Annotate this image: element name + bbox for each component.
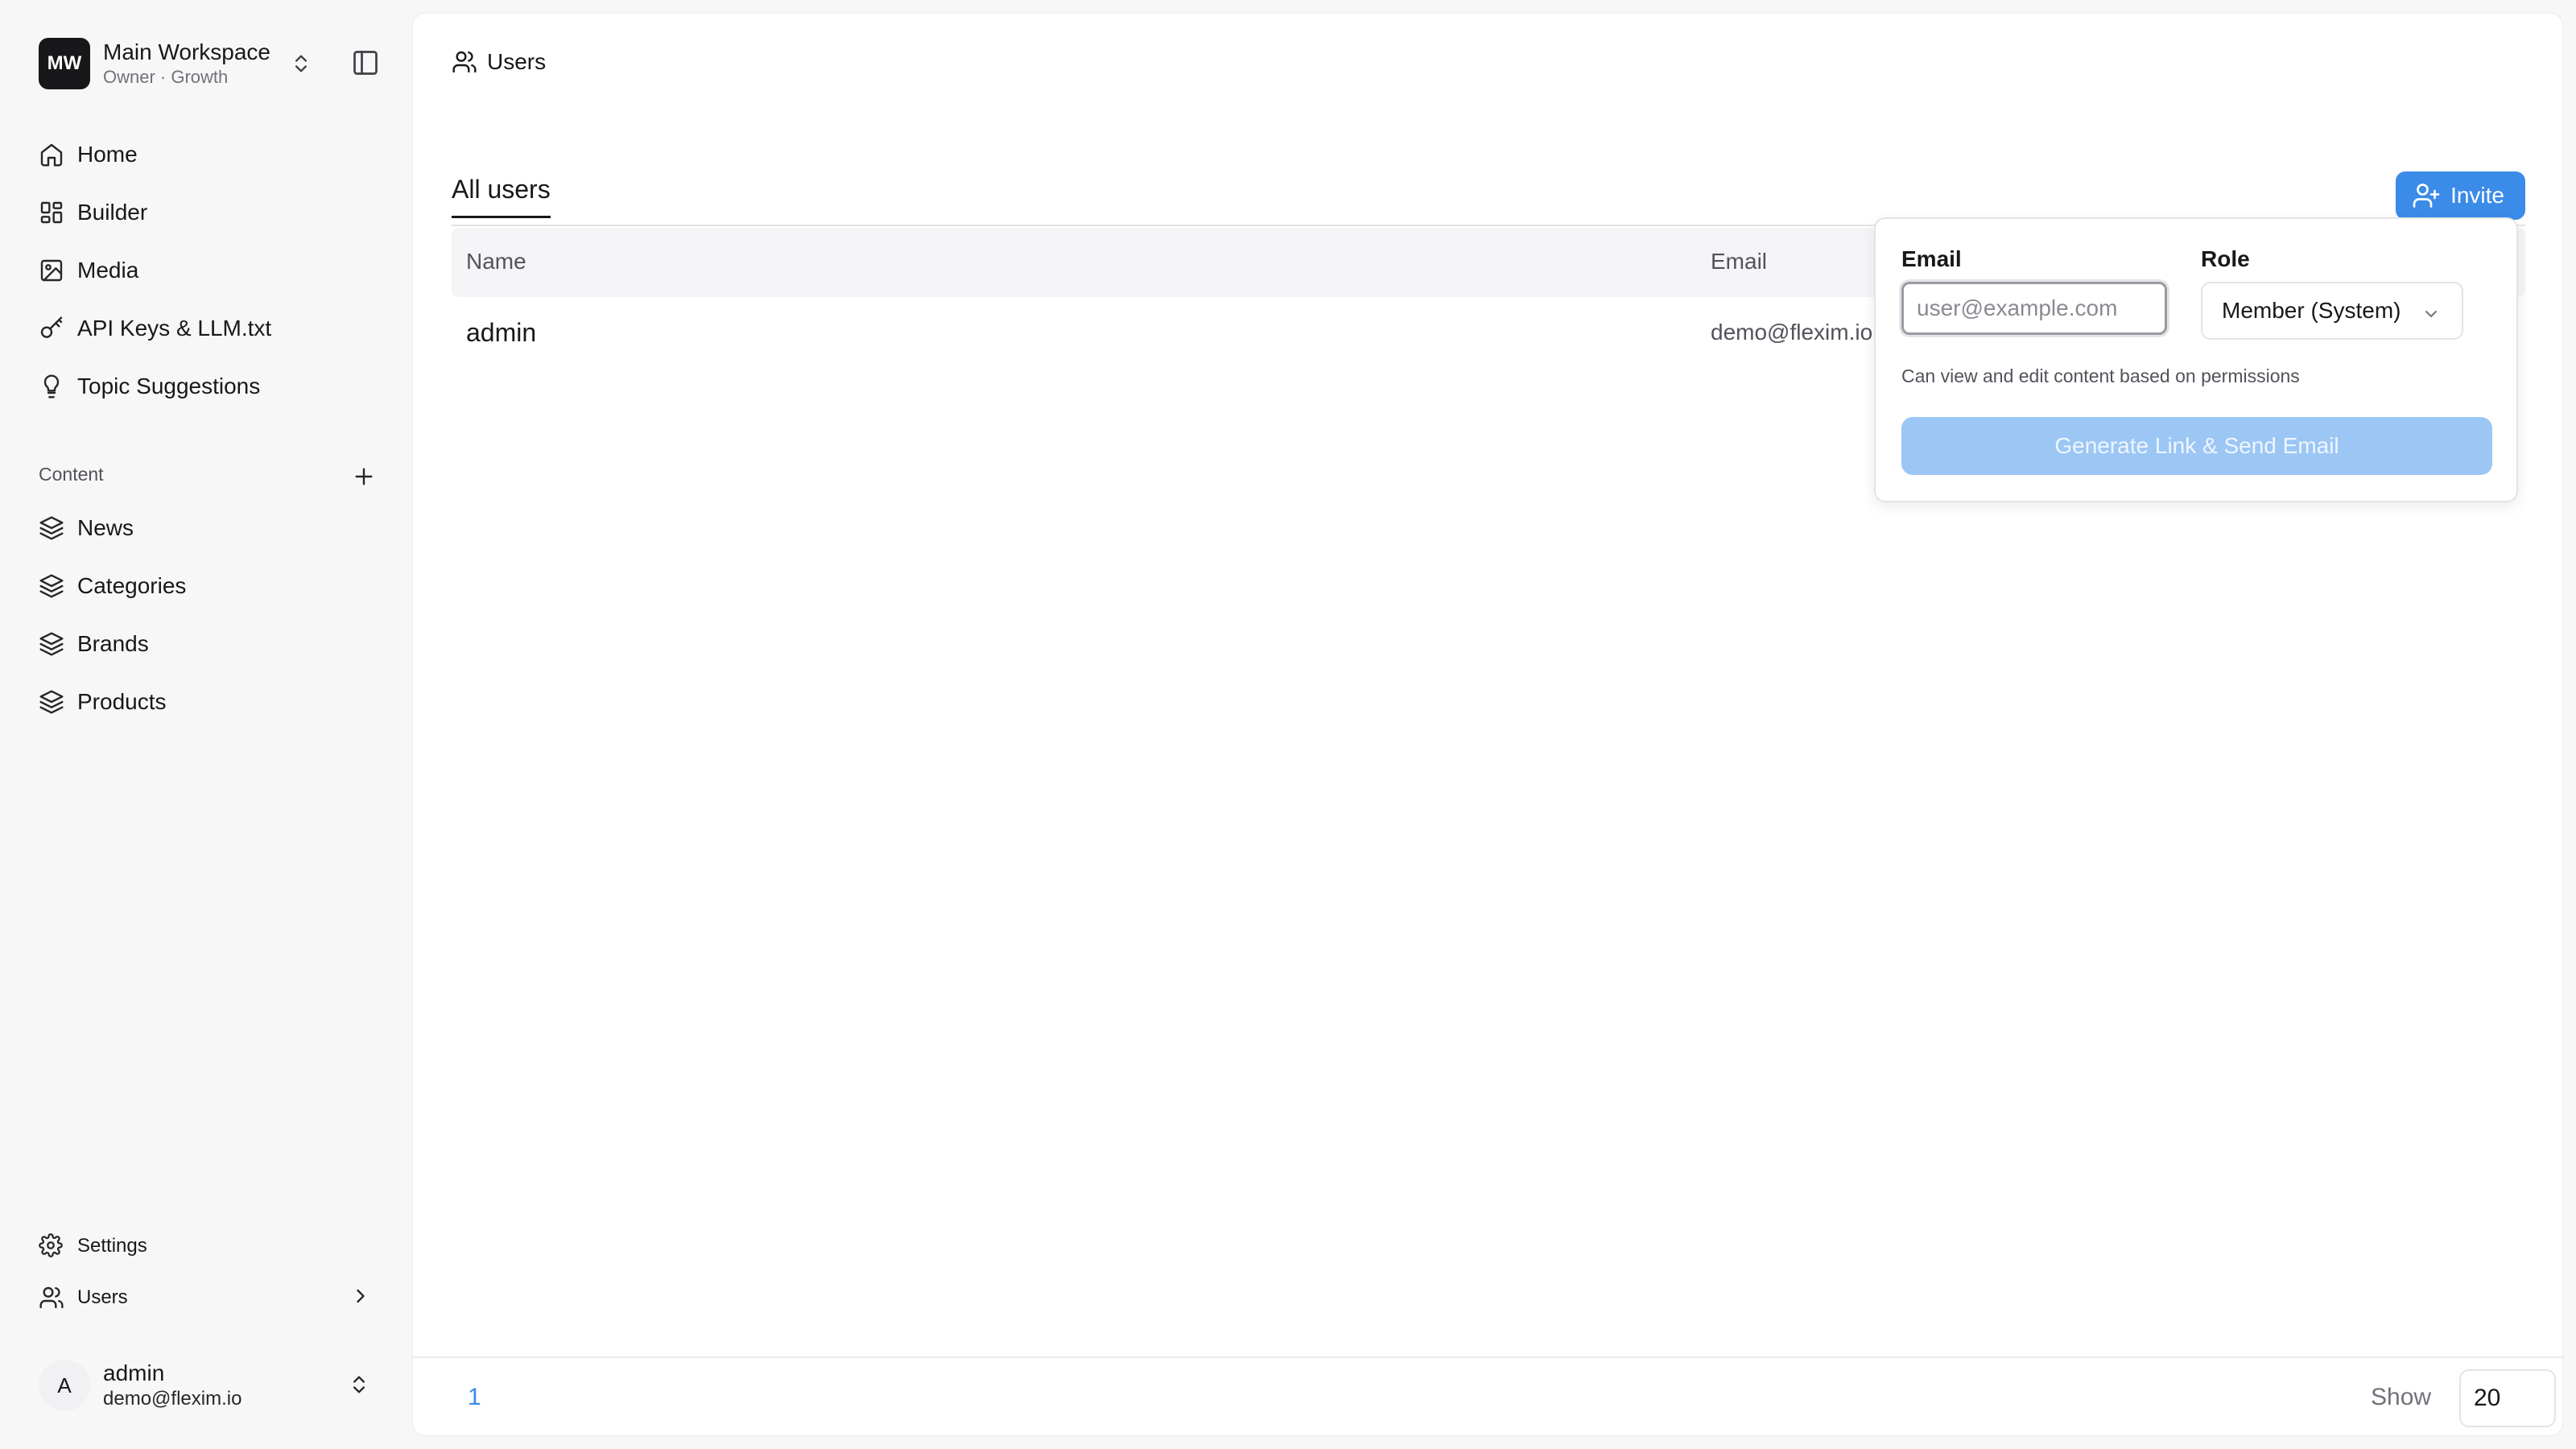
chevrons-up-down-icon[interactable]	[290, 51, 312, 76]
chevrons-up-down-icon[interactable]	[348, 1372, 370, 1397]
layers-icon	[39, 573, 64, 599]
user-name: admin	[103, 1360, 165, 1385]
sidebar-item-products[interactable]: Products	[39, 679, 377, 724]
page-size-label: Show	[2371, 1384, 2432, 1410]
role-select[interactable]: Member (System)	[2201, 282, 2463, 340]
workspace-subtitle: Owner · Growth	[103, 67, 229, 87]
key-icon	[39, 316, 64, 341]
page-title: Users	[487, 49, 547, 74]
users-icon	[452, 49, 487, 75]
tab-all-users[interactable]: All users	[452, 175, 551, 218]
layers-icon	[39, 631, 64, 657]
tab-bar: All users Invite	[452, 155, 2525, 226]
breadcrumb: Users	[452, 49, 546, 75]
column-header-email[interactable]: Email	[1711, 249, 1767, 275]
chevron-right-icon[interactable]	[349, 1285, 372, 1307]
layers-icon	[39, 689, 64, 715]
grid-icon	[39, 200, 64, 225]
workspace-name: Main Workspace	[103, 39, 271, 64]
sidebar-item-label: Builder	[77, 200, 148, 225]
user-email: demo@flexim.io	[103, 1388, 242, 1410]
email-input[interactable]	[1901, 282, 2167, 335]
sidebar-item-api-keys[interactable]: API Keys & LLM.txt	[39, 306, 377, 351]
cell-name: admin	[466, 318, 537, 347]
sidebar-item-builder[interactable]: Builder	[39, 190, 377, 235]
sidebar-toggle-icon[interactable]	[351, 48, 380, 77]
page-number-current[interactable]: 1	[468, 1384, 481, 1411]
home-icon	[39, 142, 64, 167]
avatar: A	[39, 1360, 90, 1411]
workspace-switcher[interactable]: MW Main Workspace Owner · Growth	[39, 37, 385, 90]
sidebar-item-topic-suggestions[interactable]: Topic Suggestions	[39, 364, 377, 409]
invite-button-label: Invite	[2450, 183, 2504, 208]
invite-popover: Email Role Member (System) Can view and …	[1874, 217, 2518, 502]
role-description: Can view and edit content based on permi…	[1901, 365, 2300, 386]
plus-icon[interactable]	[351, 464, 377, 489]
content-section-label: Content	[39, 464, 104, 485]
sidebar-item-label: Products	[77, 689, 167, 714]
workspace-text: Main Workspace Owner · Growth	[103, 39, 270, 89]
sidebar-item-label: Categories	[77, 573, 187, 598]
sidebar-item-brands[interactable]: Brands	[39, 621, 377, 667]
lightbulb-icon	[39, 374, 64, 399]
users-icon	[39, 1285, 64, 1311]
sidebar-item-label: Brands	[77, 631, 149, 656]
email-label: Email	[1901, 246, 1962, 271]
layers-icon	[39, 515, 64, 541]
sidebar-item-settings[interactable]: Settings	[39, 1224, 377, 1269]
page-size-input[interactable]	[2459, 1369, 2556, 1427]
column-header-name[interactable]: Name	[466, 249, 526, 275]
invite-button[interactable]: Invite	[2396, 171, 2525, 220]
sidebar-item-home[interactable]: Home	[39, 132, 377, 177]
sidebar-item-users[interactable]: Users	[39, 1275, 377, 1320]
sidebar-item-categories[interactable]: Categories	[39, 564, 377, 609]
sidebar: MW Main Workspace Owner · Growth Home Bu…	[0, 0, 411, 1449]
role-label: Role	[2201, 246, 2250, 271]
pagination-footer: 1 Show	[413, 1356, 2562, 1435]
gear-icon	[39, 1233, 64, 1259]
user-text: admin demo@flexim.io	[103, 1360, 242, 1411]
sidebar-item-label: Topic Suggestions	[77, 374, 261, 398]
generate-link-send-email-button[interactable]: Generate Link & Send Email	[1901, 417, 2492, 475]
role-select-value: Member (System)	[2222, 298, 2401, 323]
image-icon	[39, 258, 64, 283]
sidebar-item-news[interactable]: News	[39, 506, 377, 551]
sidebar-item-label: News	[77, 515, 134, 540]
sidebar-item-label: Media	[77, 258, 139, 283]
user-menu[interactable]: A admin demo@flexim.io	[39, 1357, 385, 1414]
sidebar-item-label: Users	[77, 1286, 128, 1308]
cell-email: demo@flexim.io	[1711, 320, 1873, 345]
workspace-logo: MW	[39, 38, 90, 89]
sidebar-item-media[interactable]: Media	[39, 248, 377, 293]
sidebar-item-label: Home	[77, 142, 138, 167]
user-plus-icon	[2412, 181, 2450, 210]
sidebar-item-label: Settings	[77, 1235, 147, 1257]
sidebar-item-label: API Keys & LLM.txt	[77, 316, 272, 341]
